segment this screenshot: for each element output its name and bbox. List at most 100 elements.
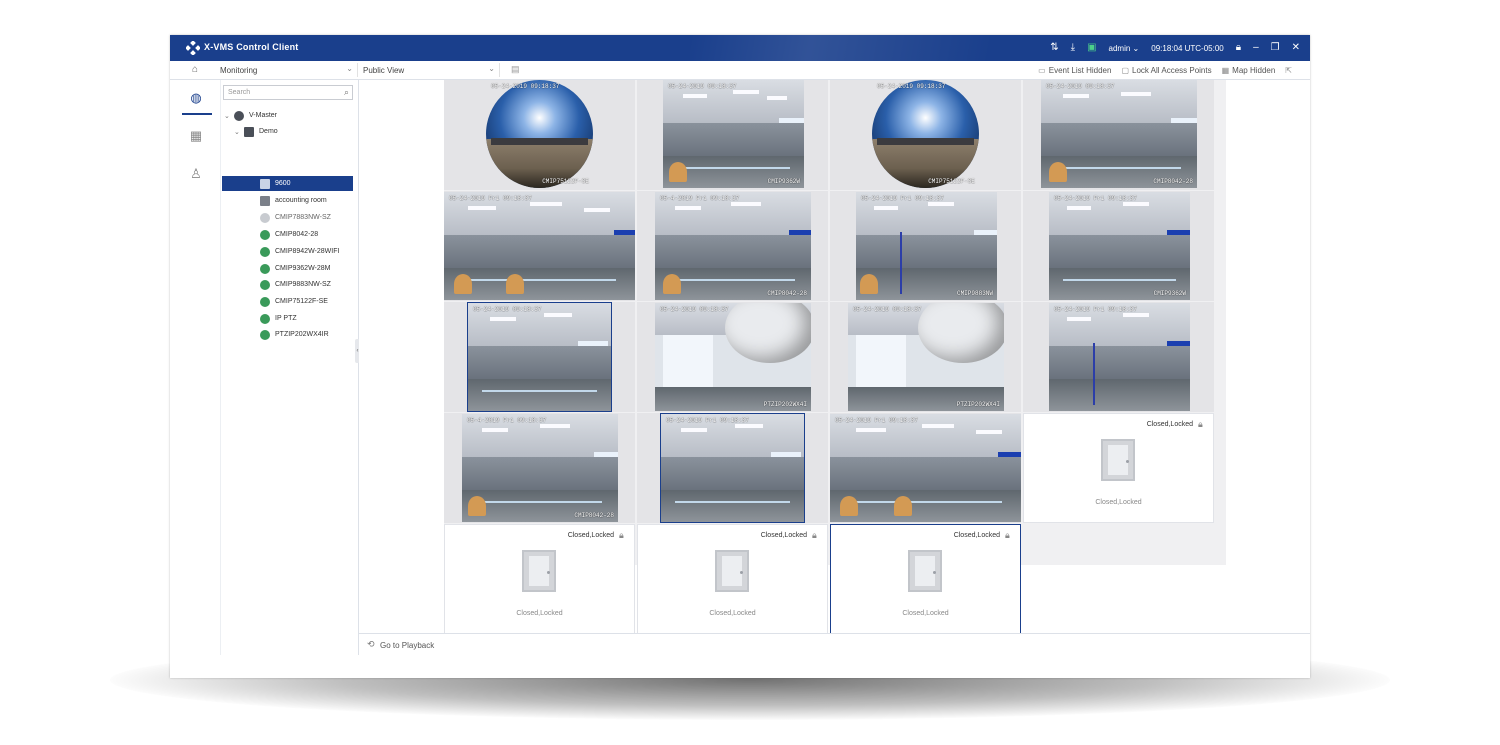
camera-name: CMIP8042-28 — [1153, 178, 1193, 185]
mode-select-value: Monitoring — [220, 65, 258, 75]
camera-feed: 05-24-2019 09:18:37 — [467, 302, 612, 412]
tree-item-camera[interactable]: CMIP75122F-SE — [260, 294, 328, 309]
user-name: admin — [1108, 43, 1131, 53]
tree-item-label: 9600 — [275, 180, 291, 187]
left-nav: ◍ ▦ ♙ — [170, 80, 221, 678]
door-tile-selected[interactable]: Closed,Locked 🔒︎ Closed,Locked — [830, 524, 1021, 634]
timestamp: 05-4-2019 Fri 09:18:37 — [660, 195, 740, 202]
tree-item-camera[interactable]: PTZIP202WX4IR — [260, 327, 329, 342]
door-icon — [260, 195, 270, 206]
view-select-value: Public View — [363, 65, 405, 75]
tree-group[interactable]: ⌄ Demo — [234, 124, 278, 139]
lock-all-label: Lock All Access Points — [1132, 65, 1212, 75]
camera-icon — [260, 296, 270, 307]
lock-icon[interactable]: 🔒︎ — [1198, 419, 1207, 429]
video-tile[interactable]: 05-24-2019 09:18:37 CMIP8042-28 — [1023, 80, 1214, 190]
camera-feed: 05-4-2019 Fri 09:18:37 CMIP8042-28 — [462, 414, 618, 522]
door-tile[interactable]: Closed,Locked 🔒︎ Closed,Locked — [637, 524, 828, 634]
tree-root[interactable]: ⌄ V-Master — [224, 108, 277, 123]
person-icon[interactable]: ♙ — [188, 166, 204, 182]
chevron-down-icon: ⌄ — [1132, 43, 1140, 53]
mode-select[interactable]: Monitoring ⌄ — [216, 63, 358, 77]
title-bar: X-VMS Control Client ⇅ ⤓ ▣ admin ⌄ 09:18… — [170, 35, 1310, 61]
search-icon: ⌕ — [343, 87, 349, 97]
video-tile[interactable]: 05-24-2019 Fri 09:18:37 — [830, 413, 1021, 523]
camera-icon — [260, 246, 270, 257]
tree-item-camera[interactable]: CMIP9883NW-SZ — [260, 277, 331, 292]
timestamp: 05-24-2019 09:18:37 — [668, 83, 737, 90]
video-tile[interactable]: 05-4-2019 Fri 09:18:37 CMIP8042-28 — [637, 191, 828, 301]
video-tile[interactable]: 05-24-2019 09:18:37 PTZIP202WX4I — [830, 302, 1021, 412]
door-tile[interactable]: Closed,Locked 🔒︎ Closed,Locked — [1023, 413, 1214, 523]
tree-item-camera[interactable]: CMIP7883NW-SZ — [260, 210, 331, 225]
screen-icon[interactable]: ▣ — [1087, 43, 1096, 53]
camera-offline-icon — [260, 212, 270, 223]
lock-all-icon: ▢ — [1121, 65, 1129, 75]
tree-item-camera[interactable]: IP PTZ — [260, 311, 297, 326]
video-tile[interactable]: 05-24-2019 09:18:37 CMIP9362W — [637, 80, 828, 190]
video-tile[interactable]: 05-4-2019 Fri 09:18:37 CMIP8042-28 — [444, 413, 635, 523]
map-toggle[interactable]: ▦ Map Hidden — [1222, 66, 1276, 75]
door-tile[interactable]: Closed,Locked 🔒︎ Closed,Locked — [444, 524, 635, 634]
door-icon — [1101, 439, 1135, 481]
home-icon[interactable]: ⌂ — [192, 64, 198, 75]
grid-icon[interactable]: ▦ — [188, 128, 204, 144]
video-tile[interactable]: 05-24-2019 Fri 09:18:37 — [444, 191, 635, 301]
tree-root-label: V-Master — [249, 112, 278, 119]
lock-icon[interactable]: 🔒︎ — [1236, 43, 1241, 53]
camera-name: CMIP75122F-SE — [928, 178, 975, 185]
download-icon[interactable]: ⤓ — [1071, 43, 1075, 53]
timestamp: 05-24-2019 Fri 09:18:37 — [449, 195, 532, 202]
go-to-playback-link[interactable]: Go to Playback — [380, 641, 434, 650]
globe-icon[interactable]: ◍ — [188, 90, 204, 106]
tree-item-camera[interactable]: CMIP9362W-28M — [260, 261, 331, 276]
video-tile[interactable]: 05-24-2019 09:18:37 — [444, 302, 635, 412]
lock-icon[interactable]: 🔒︎ — [619, 530, 628, 540]
door-icon — [522, 550, 556, 592]
camera-feed: 05-24-2019 Fri 09:18:37 — [444, 192, 635, 300]
ptz-feed: 05-24-2019 09:18:37 PTZIP202WX4I — [848, 303, 1004, 411]
video-tile[interactable]: 05-24-2019 Fri 09:18:37 — [1023, 302, 1214, 412]
window-bottom — [170, 655, 1310, 678]
tree-item-label: IP PTZ — [275, 315, 297, 322]
door-status-header: Closed,Locked — [760, 532, 807, 539]
tree-item-accounting-room[interactable]: accounting room — [260, 193, 327, 208]
camera-icon — [260, 279, 270, 290]
timestamp: 05-24-2019 Fri 09:18:37 — [1054, 195, 1137, 202]
search-placeholder: Search — [228, 89, 251, 96]
lock-icon[interactable]: 🔒︎ — [812, 530, 821, 540]
camera-feed: 05-4-2019 Fri 09:18:37 CMIP8042-28 — [655, 192, 811, 300]
user-menu[interactable]: admin ⌄ — [1109, 44, 1140, 53]
device-tree: Search ⌕ ⌄ V-Master ⌄ Demo 9600 accounti… — [220, 80, 359, 678]
close-icon[interactable]: ✕ — [1292, 43, 1300, 53]
transfer-icon[interactable]: ⇅ — [1050, 43, 1058, 53]
app-title: X-VMS Control Client — [204, 42, 299, 52]
event-list-toggle[interactable]: ▭ Event List Hidden — [1038, 66, 1111, 75]
chevron-down-icon: ⌄ — [346, 64, 353, 73]
chevron-down-icon: ⌄ — [224, 112, 230, 120]
video-tile[interactable]: 05-24-2019 09:18:37 PTZIP202WX4I — [637, 302, 828, 412]
tree-item-label: CMIP7883NW-SZ — [275, 214, 331, 221]
minimize-icon[interactable]: – — [1253, 43, 1259, 53]
video-tile[interactable]: 05-24-2019 09:18:37 CMIP75122F-SE — [444, 80, 635, 190]
video-tile[interactable]: 05-24-2019 Fri 09:18:37 CMIP9883NW — [830, 191, 1021, 301]
tree-item-camera[interactable]: CMIP8942W-28WIFI — [260, 244, 339, 259]
tree-item-9600[interactable]: 9600 — [222, 176, 353, 191]
lock-all-toggle[interactable]: ▢ Lock All Access Points — [1121, 66, 1211, 75]
camera-name: CMIP8042-28 — [574, 512, 614, 519]
video-tile[interactable]: 05-24-2019 Fri 09:18:37 — [637, 413, 828, 523]
popout-button[interactable]: ⇱ — [1285, 66, 1292, 75]
video-tile[interactable]: 05-24-2019 09:18:37 CMIP75122F-SE — [830, 80, 1021, 190]
save-view-icon[interactable]: ▤ — [511, 64, 520, 75]
map-icon: ▦ — [1221, 65, 1230, 75]
video-tile[interactable]: 05-24-2019 Fri 09:18:37 CMIP9362W — [1023, 191, 1214, 301]
door-status: Closed,Locked — [1095, 499, 1142, 506]
tree-item-camera[interactable]: CMIP8042-28 — [260, 227, 318, 242]
view-select[interactable]: Public View ⌄ — [359, 63, 500, 77]
restore-icon[interactable]: ❐ — [1271, 43, 1280, 53]
tree-item-label: PTZIP202WX4IR — [275, 331, 329, 338]
lock-icon[interactable]: 🔒︎ — [1005, 530, 1014, 540]
playback-icon[interactable]: ⟲ — [367, 639, 375, 650]
camera-name: CMIP8042-28 — [767, 290, 807, 297]
search-input[interactable]: Search ⌕ — [223, 85, 353, 100]
